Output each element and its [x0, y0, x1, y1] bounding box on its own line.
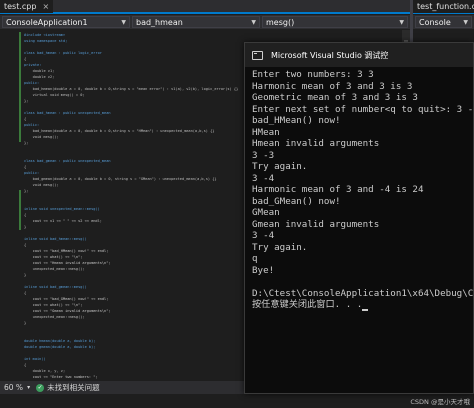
- check-icon: ✓: [36, 383, 45, 392]
- project-dropdown-right[interactable]: Console ▼: [415, 16, 472, 28]
- chevron-down-icon[interactable]: ▾: [27, 384, 30, 391]
- navigation-bar-right: Console ▼: [413, 15, 474, 29]
- project-name: Console: [419, 17, 451, 27]
- console-app-icon: [252, 50, 263, 60]
- issues-status[interactable]: 未找到相关问题: [47, 382, 100, 393]
- console-line: 3 -4: [252, 172, 275, 184]
- project-dropdown[interactable]: ConsoleApplication1 ▼: [2, 16, 130, 28]
- editor-tab-strip-right: test_function.cpp: [413, 0, 474, 14]
- console-title-bar[interactable]: Microsoft Visual Studio 调试控: [245, 43, 473, 67]
- console-line: 按任意键关闭此窗口. . .: [252, 299, 473, 311]
- console-line: 3 -4: [252, 230, 275, 241]
- debug-console-window[interactable]: Microsoft Visual Studio 调试控 Enter two nu…: [244, 42, 474, 394]
- chevron-down-icon: ▼: [399, 18, 404, 26]
- console-line: Harmonic mean of 3 and -4 is 24: [252, 184, 424, 195]
- navigation-bar: ConsoleApplication1 ▼ bad_hmean ▼ mesg()…: [0, 15, 410, 29]
- console-line: Hmean invalid arguments: [252, 138, 380, 149]
- console-title: Microsoft Visual Studio 调试控: [271, 50, 389, 60]
- console-line: HMean: [252, 126, 280, 138]
- class-dropdown[interactable]: bad_hmean ▼: [132, 16, 260, 28]
- console-line: Enter next set of number<q to quit>: 3 -…: [252, 103, 474, 115]
- console-line: bad_HMean() now!: [252, 115, 341, 126]
- console-line: Gmean invalid arguments: [252, 218, 380, 230]
- console-line: 3 -3: [252, 149, 275, 161]
- console-line: Try again.: [252, 241, 308, 253]
- watermark: CSDN @是小天才哦: [410, 398, 470, 406]
- chevron-down-icon: ▼: [121, 18, 126, 26]
- tab-label: test_function.cpp: [417, 1, 474, 11]
- class-name: bad_hmean: [136, 17, 183, 27]
- console-line: Enter two numbers: 3 3: [252, 69, 374, 80]
- console-line: bad_GMean() now!: [252, 195, 341, 207]
- tab-test-cpp[interactable]: test.cpp ×: [0, 0, 54, 13]
- tab-label: test.cpp: [4, 1, 37, 11]
- console-line: Geometric mean of 3 and 3 is 3: [252, 92, 418, 103]
- editor-tab-strip: test.cpp ×: [0, 0, 410, 14]
- close-icon[interactable]: ×: [42, 2, 49, 11]
- chevron-down-icon: ▼: [463, 18, 468, 26]
- console-line: D:\Ctest\ConsoleApplication1\x64\Debug\C…: [252, 287, 474, 299]
- console-line: q: [252, 253, 258, 264]
- bottom-strip: [0, 394, 474, 408]
- console-output: Enter two numbers: 3 3 Harmonic mean of 3…: [252, 69, 474, 311]
- member-name: mesg(): [266, 17, 295, 27]
- editor-gutter: [0, 30, 22, 380]
- console-line: Try again.: [252, 161, 308, 172]
- member-dropdown[interactable]: mesg() ▼: [262, 16, 408, 28]
- console-line: Bye!: [252, 264, 275, 276]
- console-line: GMean: [252, 207, 280, 218]
- chevron-down-icon: ▼: [251, 18, 256, 26]
- zoom-level[interactable]: 60 %: [0, 383, 27, 392]
- console-line: Harmonic mean of 3 and 3 is 3: [252, 80, 413, 92]
- change-marker: [19, 190, 21, 230]
- text-cursor: [362, 308, 369, 311]
- change-marker: [19, 32, 21, 142]
- project-name: ConsoleApplication1: [6, 17, 88, 27]
- tab-test-function-cpp[interactable]: test_function.cpp: [413, 0, 474, 13]
